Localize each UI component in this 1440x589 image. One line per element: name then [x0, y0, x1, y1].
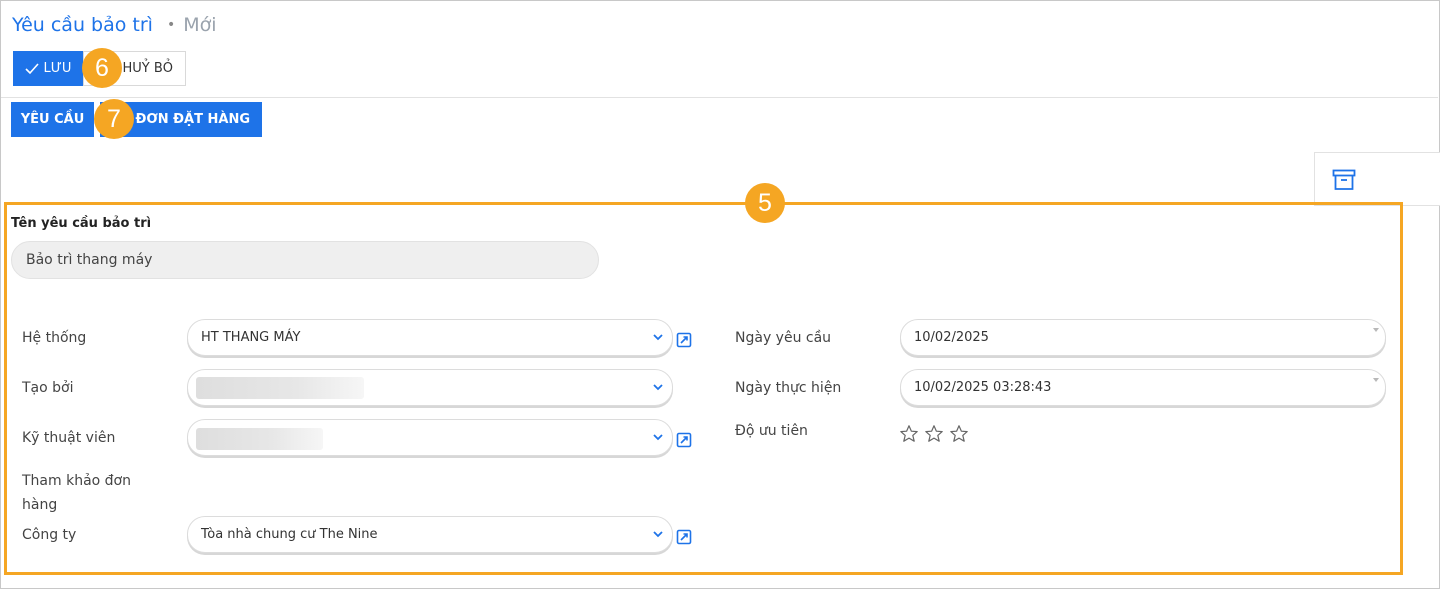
company-label: Công ty — [22, 527, 77, 543]
redacted-user-name — [196, 377, 364, 399]
chevron-down-icon[interactable] — [652, 381, 664, 393]
star-icon[interactable] — [899, 424, 919, 444]
cancel-button-label: HUỶ BỎ — [122, 61, 173, 76]
redacted-technician-name — [196, 428, 323, 450]
chevron-down-icon[interactable] — [652, 331, 664, 343]
check-icon — [24, 62, 39, 74]
execution-date-input[interactable]: 10/02/2025 03:28:43 — [900, 369, 1386, 406]
order-ref-label: Tham khảo đơn hàng — [22, 473, 131, 513]
archive-icon[interactable] — [1332, 169, 1356, 191]
system-select[interactable]: HT THANG MÁY — [187, 319, 673, 356]
request-date-label: Ngày yêu cầu — [735, 330, 832, 346]
company-select[interactable]: Tòa nhà chung cư The Nine — [187, 516, 673, 553]
external-link-icon[interactable] — [676, 529, 692, 545]
step-badge-7: 7 — [94, 99, 134, 139]
breadcrumb-separator: • — [166, 17, 176, 33]
breadcrumb-current: Mới — [183, 14, 217, 36]
priority-label: Độ ưu tiên — [735, 423, 808, 439]
created-by-select[interactable] — [187, 369, 673, 406]
star-icon[interactable] — [949, 424, 969, 444]
execution-date-label: Ngày thực hiện — [735, 380, 842, 396]
external-link-icon[interactable] — [676, 432, 692, 448]
star-icon[interactable] — [924, 424, 944, 444]
system-label: Hệ thống — [22, 330, 87, 346]
company-value: Tòa nhà chung cư The Nine — [201, 527, 378, 542]
system-value: HT THANG MÁY — [201, 330, 301, 345]
breadcrumb-parent-link[interactable]: Yêu cầu bảo trì — [12, 14, 153, 36]
save-button-label: LƯU — [43, 61, 72, 76]
priority-stars — [899, 424, 969, 444]
chevron-down-icon[interactable] — [652, 431, 664, 443]
created-by-label: Tạo bởi — [22, 380, 74, 396]
request-name-input[interactable]: Bảo trì thang máy — [11, 241, 599, 279]
date-caret-icon[interactable] — [1373, 378, 1379, 382]
date-caret-icon[interactable] — [1373, 328, 1379, 332]
request-date-value: 10/02/2025 — [914, 330, 989, 345]
step-badge-6: 6 — [82, 48, 122, 88]
request-name-label: Tên yêu cầu bảo trì — [11, 216, 152, 231]
external-link-icon[interactable] — [676, 332, 692, 348]
execution-date-value: 10/02/2025 03:28:43 — [914, 380, 1052, 395]
breadcrumb: Yêu cầu bảo trì • Mới — [12, 14, 217, 36]
header-divider — [1, 97, 1438, 98]
request-tab-button[interactable]: YÊU CẦU — [11, 102, 94, 137]
request-date-input[interactable]: 10/02/2025 — [900, 319, 1386, 356]
technician-select[interactable] — [187, 419, 673, 456]
step-badge-5: 5 — [745, 183, 785, 223]
technician-label: Kỹ thuật viên — [22, 430, 116, 446]
save-button[interactable]: LƯU — [13, 51, 83, 86]
chevron-down-icon[interactable] — [652, 528, 664, 540]
archive-button-box — [1314, 152, 1440, 206]
request-name-value: Bảo trì thang máy — [26, 252, 153, 268]
